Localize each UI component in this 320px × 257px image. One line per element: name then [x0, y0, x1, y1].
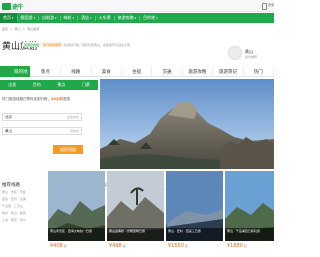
recommend-title: 推荐线路	[2, 183, 20, 188]
price-unit: 起	[184, 244, 188, 248]
recommend-list-item[interactable]: 上海 · 南京 · 苏州	[2, 218, 46, 222]
logo-mark-icon	[2, 2, 11, 10]
chevron-down-icon: ▾	[33, 16, 36, 20]
login-label: 登录	[268, 3, 275, 7]
route-card-caption: 黄山 · 宏村 · 西递三日游	[166, 228, 223, 241]
panel-tab-depart[interactable]: 出发	[8, 82, 16, 88]
depart-city-value: 北京	[5, 114, 12, 119]
nav-item-train[interactable]: 火车票	[96, 13, 114, 23]
breadcrumb-separator: >	[10, 27, 13, 31]
tab-routes[interactable]: 线路	[61, 66, 92, 77]
destination-card[interactable]: 黄山 途牛推荐	[228, 46, 272, 62]
price-value: ¥498	[109, 243, 122, 249]
price-value: ¥1880	[227, 243, 243, 249]
nav-label: 邮轮	[63, 15, 72, 20]
tab-hot[interactable]: 热门	[244, 66, 274, 77]
route-card-price: ¥1880起	[227, 243, 247, 249]
route-card-price: ¥1550起	[168, 243, 188, 249]
panel-desc-suffix: 发团	[62, 97, 70, 101]
panel-tab-destination[interactable]: 目的	[33, 82, 41, 88]
breadcrumb-current: 黄山旅游	[27, 27, 40, 31]
route-card-price: ¥498起	[109, 243, 126, 249]
breadcrumb-separator: >	[22, 27, 26, 31]
nav-label: 首页	[3, 15, 11, 20]
panel-tab-sight[interactable]: 景点	[57, 82, 65, 88]
logo-text: 途牛	[12, 3, 24, 11]
top-bar: 途牛 登录	[0, 0, 274, 12]
panel-tab-ticket[interactable]: 门票	[82, 82, 90, 88]
price-value: ¥1550	[168, 243, 184, 249]
chevron-down-icon: ▾	[12, 16, 14, 20]
route-card[interactable]: 黄山 · 宏村 · 西递三日游 ¥1550起	[166, 171, 223, 257]
tab-sights[interactable]: 景点	[31, 66, 62, 77]
login-link[interactable]: 登录	[262, 1, 274, 11]
site-logo[interactable]: 途牛	[2, 2, 24, 11]
nav-item-group-tour[interactable]: 跟团游 ▾	[18, 13, 39, 23]
header-note: 找到好行程，轻松玩转黄山，感受美景与自在之旅	[64, 43, 131, 47]
nav-item-destination[interactable]: 目的地 ▾	[140, 13, 161, 23]
main-nav: 首页 ▾ 跟团游 ▾ 自助游 ▾ 邮轮 ▾ 酒店 ▾ 火车票 旅游攻略 ▾ 目的地 ▾	[0, 13, 274, 23]
price-unit: 起	[243, 244, 247, 248]
route-card[interactable]: 黄山风景区 · 西海大峡谷一日游 ¥408起	[48, 171, 105, 257]
destination-field[interactable]: 黄山 目的地	[2, 127, 82, 135]
nav-label: 自助游	[42, 15, 55, 20]
chevron-down-icon: ▾	[55, 16, 57, 20]
route-card-caption: 黄山风景区 · 西海大峡谷一日游	[48, 228, 105, 241]
search-panel: 出发 目的 景点 门票 热门旅游线路已帮你定制行程，24小时发团 北京 出发城市…	[0, 80, 98, 176]
nav-item-self-tour[interactable]: 自助游 ▾	[39, 13, 60, 23]
route-card-caption: 黄山迎客松 · 光明顶两日游	[107, 228, 164, 241]
recommend-list-item[interactable]: 黄山 · 市区 · 景区	[2, 190, 46, 194]
avatar	[228, 46, 242, 60]
nav-label: 跟团游	[20, 15, 33, 20]
breadcrumb: 首页 > 黄山 > 黄山旅游	[2, 27, 39, 31]
nav-label: 目的地	[143, 15, 156, 20]
destination-card-sub: 途牛推荐	[245, 55, 258, 59]
route-card-caption: 黄山 · 千岛湖四日纯玩游	[225, 228, 274, 241]
tab-guide[interactable]: 旅游攻略	[183, 66, 214, 77]
nav-label: 火车票	[98, 15, 111, 20]
tab-food[interactable]: 美食	[92, 66, 122, 77]
breadcrumb-link[interactable]: 黄山	[15, 27, 21, 31]
destination-pill[interactable]: 旅游目的地	[22, 42, 42, 47]
tab-hotel[interactable]: 住宿	[122, 66, 153, 77]
destination-value: 黄山	[5, 128, 12, 133]
nav-item-hotel[interactable]: 酒店 ▾	[78, 13, 95, 23]
nav-item-guide[interactable]: 旅游攻略 ▾	[115, 13, 140, 23]
panel-description: 热门旅游线路已帮你定制行程，24小时发团	[2, 97, 70, 102]
mountain-photo	[100, 79, 274, 169]
nav-label: 酒店	[81, 15, 90, 20]
destination-hint: 目的地	[69, 129, 79, 133]
recommend-list-item[interactable]: 千岛湖 · 三清山	[2, 204, 46, 208]
recommend-list-item[interactable]: 西递 · 宏村 · 古镇	[2, 197, 46, 201]
route-card-price: ¥408起	[50, 243, 67, 249]
phone-icon	[262, 3, 267, 10]
nav-item-cruise[interactable]: 邮轮 ▾	[61, 13, 78, 23]
search-button[interactable]: 搜索线路	[53, 145, 83, 154]
recommend-list: 黄山 · 市区 · 景区 西递 · 宏村 · 古镇 千岛湖 · 三清山 杭州 ·…	[2, 190, 46, 225]
chevron-down-icon: ▾	[156, 16, 158, 20]
chevron-down-icon: ▾	[134, 16, 137, 20]
breadcrumb-link[interactable]: 首页	[2, 27, 8, 31]
route-card[interactable]: 黄山 · 千岛湖四日纯玩游 ¥1880起	[225, 171, 274, 257]
route-card[interactable]: 黄山迎客松 · 光明顶两日游 ¥498起	[107, 171, 164, 257]
search-panel-tabs: 出发 目的 景点 门票	[0, 80, 98, 90]
tab-destination[interactable]: 目的地	[0, 66, 31, 77]
hero-photo[interactable]	[100, 79, 274, 169]
tab-traffic[interactable]: 交通	[152, 66, 183, 77]
tab-travelogue[interactable]: 旅游游记	[213, 66, 244, 77]
price-unit: 起	[122, 244, 126, 248]
panel-desc-text: 热门旅游线路已帮你定制行程，	[2, 97, 51, 101]
nav-item-home[interactable]: 首页 ▾	[0, 13, 17, 23]
nav-label: 旅游攻略	[117, 15, 134, 20]
chevron-down-icon: ▾	[72, 16, 75, 20]
price-unit: 起	[63, 244, 67, 248]
depart-city-hint: 出发城市	[66, 115, 79, 119]
section-tabs: 目的地 景点 线路 美食 住宿 交通 旅游攻略 旅游游记 热门	[0, 66, 274, 77]
hot-city-pill[interactable]: 热门城市推荐	[41, 42, 64, 47]
panel-desc-highlight: 24小时	[51, 97, 63, 101]
price-value: ¥408	[50, 243, 63, 249]
recommend-list-item[interactable]: 杭州 · 黄山 · 婺源	[2, 211, 46, 215]
depart-city-field[interactable]: 北京 出发城市	[2, 113, 82, 121]
chevron-down-icon: ▾	[90, 16, 92, 20]
